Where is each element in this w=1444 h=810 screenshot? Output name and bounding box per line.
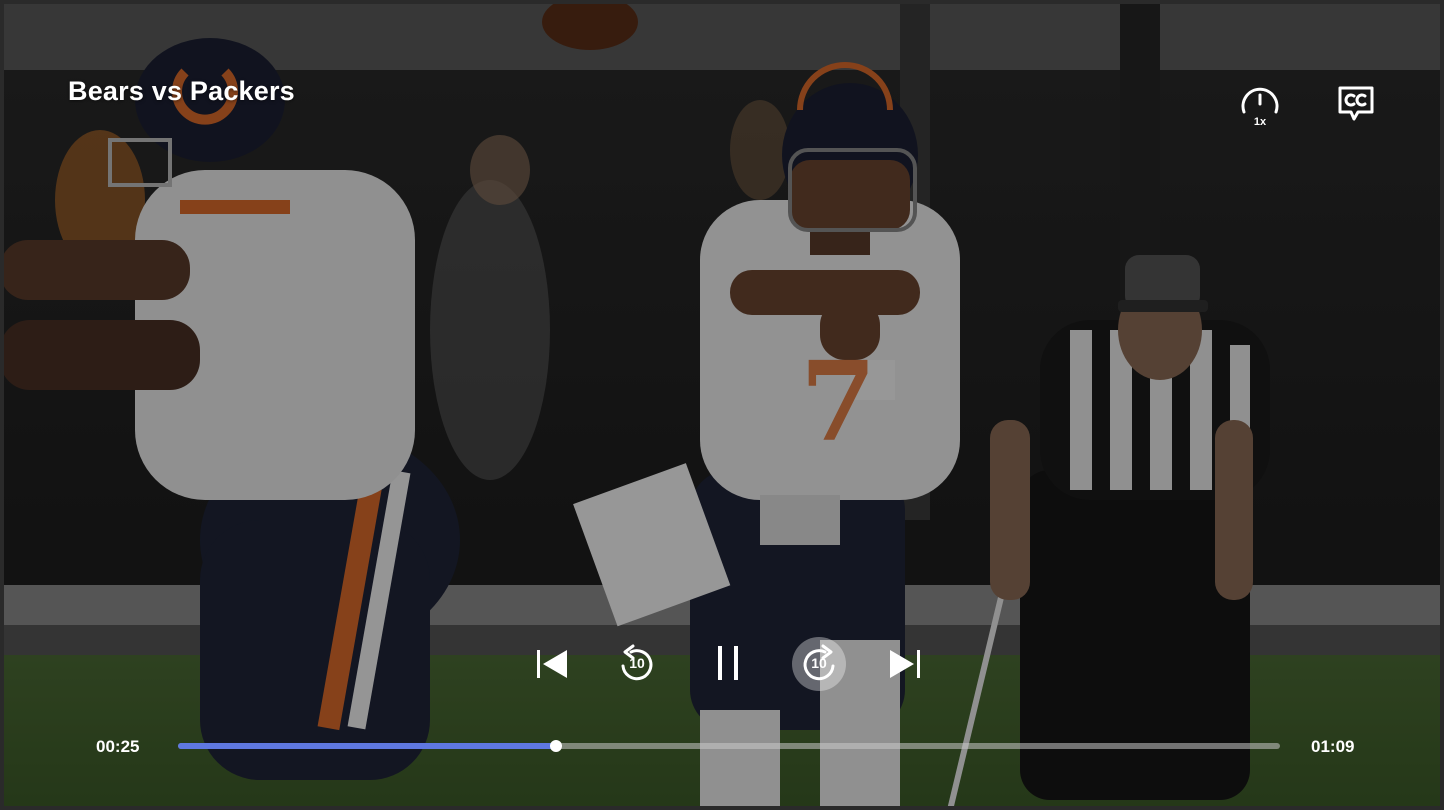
progress-bar-fill (178, 743, 556, 749)
skip-next-icon (890, 650, 920, 678)
closed-captions-icon (1338, 86, 1374, 121)
rewind-10-button[interactable]: 10 (609, 636, 665, 692)
total-duration: 01:09 (1311, 737, 1355, 756)
playback-speed-button[interactable]: 1x (1238, 84, 1282, 130)
closed-captions-button[interactable] (1334, 84, 1378, 130)
progress-scrubber-handle[interactable] (549, 740, 562, 752)
skip-previous-icon (537, 650, 567, 678)
current-time: 00:25 (96, 737, 140, 756)
forward-seconds-label: 10 (811, 655, 827, 671)
skip-next-button[interactable] (877, 636, 933, 692)
playback-speed-label: 1x (1253, 116, 1267, 128)
playback-speed-icon (1241, 87, 1279, 114)
progress-bar[interactable] (178, 740, 1280, 752)
forward-10-button[interactable]: 10 (791, 636, 847, 692)
video-title: Bears vs Packers (68, 76, 295, 106)
pause-button[interactable] (700, 636, 756, 692)
pause-icon (718, 646, 738, 680)
skip-previous-button[interactable] (524, 636, 580, 692)
video-player[interactable]: 7 Bears vs Packers 1x 10 10 00:25 01:09 (0, 0, 1444, 810)
rewind-seconds-label: 10 (629, 655, 645, 671)
